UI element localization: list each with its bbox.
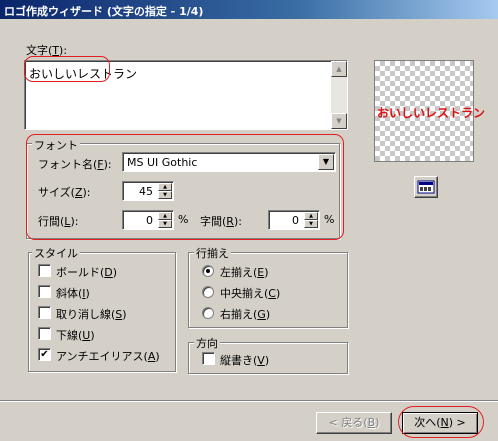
title-bar: ロゴ作成ウィザード (文字の指定 - 1/4) xyxy=(0,0,498,19)
underline-label: 下線(U) xyxy=(56,329,95,342)
direction-group-title: 方向 xyxy=(194,335,220,351)
size-value: 45 xyxy=(139,185,153,198)
preview-text: おいしいレストラン xyxy=(377,106,486,120)
line-spacing-value: 0 xyxy=(146,214,153,227)
text-input[interactable]: おいしいレストラン ▲ ▼ xyxy=(24,60,348,130)
antialias-checkbox[interactable]: ✔ xyxy=(38,348,51,361)
font-preview-button[interactable] xyxy=(414,176,438,198)
align-group-title: 行揃え xyxy=(194,245,231,261)
size-spinner[interactable]: 45 ▲ ▼ xyxy=(122,181,174,201)
font-group-title: フォント xyxy=(32,137,80,153)
font-name-select[interactable]: MS UI Gothic ▼ xyxy=(122,152,336,172)
check-icon: ✔ xyxy=(40,349,49,360)
radio-selected-dot xyxy=(206,269,210,273)
char-spacing-spinner[interactable]: 0 ▲ ▼ xyxy=(268,210,320,230)
spin-down-icon[interactable]: ▼ xyxy=(158,191,172,199)
spin-up-icon[interactable]: ▲ xyxy=(158,183,172,191)
char-spacing-unit: % xyxy=(324,213,335,226)
spin-down-icon[interactable]: ▼ xyxy=(158,220,172,228)
strikethrough-checkbox[interactable] xyxy=(38,306,51,319)
char-spacing-value: 0 xyxy=(292,214,299,227)
font-name-label: フォント名(F): xyxy=(38,158,112,171)
next-button[interactable]: 次へ(N) > xyxy=(402,412,478,434)
char-spacing-label: 字間(R): xyxy=(200,215,242,228)
line-spacing-unit: % xyxy=(178,213,189,226)
text-input-value: おいしいレストラン xyxy=(29,67,138,81)
strikethrough-label: 取り消し線(S) xyxy=(56,308,127,321)
size-label: サイズ(Z): xyxy=(38,186,91,199)
bottom-separator xyxy=(0,400,498,402)
align-left-radio[interactable] xyxy=(202,265,214,277)
back-button[interactable]: < 戻る(B) xyxy=(316,412,392,434)
spin-up-icon[interactable]: ▲ xyxy=(304,212,318,220)
align-left-label: 左揃え(E) xyxy=(220,266,269,279)
text-label: 文字(T): xyxy=(26,44,68,57)
underline-checkbox[interactable] xyxy=(38,327,51,340)
scroll-down-icon[interactable]: ▼ xyxy=(331,113,347,129)
bold-checkbox[interactable] xyxy=(38,264,51,277)
font-name-value: MS UI Gothic xyxy=(127,156,198,169)
align-right-label: 右揃え(G) xyxy=(220,308,271,321)
vertical-writing-checkbox[interactable] xyxy=(202,352,215,365)
vertical-writing-label: 縦書き(V) xyxy=(220,354,270,367)
chevron-down-icon[interactable]: ▼ xyxy=(318,154,334,170)
logo-preview: おいしいレストラン xyxy=(374,60,486,162)
align-right-radio[interactable] xyxy=(202,307,214,319)
line-spacing-label: 行間(L): xyxy=(38,215,79,228)
text-input-scrollbar[interactable]: ▲ ▼ xyxy=(331,61,347,129)
scroll-up-icon[interactable]: ▲ xyxy=(331,61,347,77)
align-center-label: 中央揃え(C) xyxy=(220,287,281,300)
spin-down-icon[interactable]: ▼ xyxy=(304,220,318,228)
abc-font-icon xyxy=(417,180,435,194)
window-title: ロゴ作成ウィザード (文字の指定 - 1/4) xyxy=(4,5,204,18)
italic-label: 斜体(I) xyxy=(56,287,90,300)
spin-up-icon[interactable]: ▲ xyxy=(158,212,172,220)
bold-label: ボールド(D) xyxy=(56,266,118,279)
italic-checkbox[interactable] xyxy=(38,285,51,298)
align-center-radio[interactable] xyxy=(202,286,214,298)
style-group-title: スタイル xyxy=(32,245,80,261)
antialias-label: アンチエイリアス(A) xyxy=(56,350,160,363)
line-spacing-spinner[interactable]: 0 ▲ ▼ xyxy=(122,210,174,230)
